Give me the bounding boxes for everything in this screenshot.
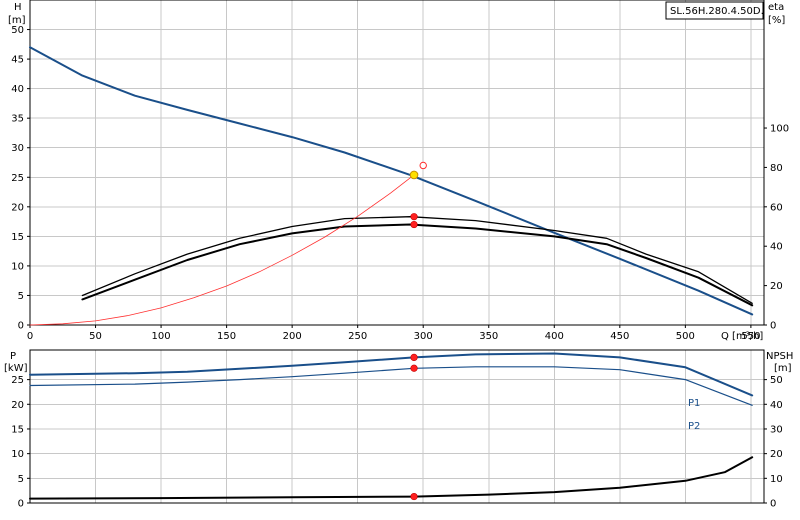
y-right-tick-label: 10 (770, 474, 783, 485)
power-axis-label: P (10, 351, 16, 362)
y-right-tick-label: 60 (770, 202, 783, 213)
efficiency-axis-unit: [%] (768, 15, 785, 26)
y-right-tick-label: 20 (770, 281, 783, 292)
y-left-tick-label: 10 (11, 261, 24, 272)
series-label-p2: P2 (688, 421, 700, 432)
x-tick-label: 0 (27, 331, 33, 342)
flow-axis-label: Q [m³/h] (721, 331, 763, 342)
y-right-tick-label: 40 (770, 400, 783, 411)
y-left-tick-label: 0 (18, 321, 24, 332)
x-tick-label: 150 (217, 331, 236, 342)
y-right-tick-label: 0 (770, 499, 776, 510)
y-right-tick-label: 30 (770, 424, 783, 435)
head-axis-label: H (14, 2, 22, 13)
duty-point-marker (409, 170, 419, 180)
model-label: SL.56H.280.4.50D. (670, 6, 764, 17)
duty-point-marker (410, 492, 418, 501)
x-tick-label: 450 (610, 331, 629, 342)
x-tick-label: 200 (283, 331, 302, 342)
open-point-marker (419, 161, 427, 170)
series-label-p1: P1 (688, 398, 700, 409)
pump-curve-chart: 0 50 100 150 200 250 300 350 400 450 500 550 051015… (0, 0, 800, 520)
npsh-axis-unit: [m] (774, 363, 792, 374)
x-tick-label: 350 (479, 331, 498, 342)
y-left-tick-label: 25 (11, 173, 24, 184)
y-left-tick-label: 25 (11, 375, 24, 386)
x-tick-label: 500 (676, 331, 695, 342)
y-right-tick-label: 50 (770, 375, 783, 386)
y-left-tick-label: 20 (11, 202, 24, 213)
x-tick-label: 250 (348, 331, 367, 342)
x-tick-label: 400 (545, 331, 564, 342)
y-left-tick-label: 35 (11, 114, 24, 125)
head-axis-unit: [m] (8, 15, 26, 26)
y-left-tick-label: 40 (11, 84, 24, 95)
y-left-tick-label: 10 (11, 449, 24, 460)
duty-point-marker (410, 220, 418, 229)
duty-point-marker (410, 353, 418, 362)
y-left-tick-label: 20 (11, 400, 24, 411)
npsh-axis-label: NPSH (766, 351, 793, 362)
y-left-tick-label: 30 (11, 143, 24, 154)
y-left-tick-label: 5 (18, 291, 24, 302)
chart-background (0, 0, 800, 520)
y-right-tick-label: 100 (770, 124, 789, 135)
y-right-tick-label: 0 (770, 321, 776, 332)
y-right-tick-label: 80 (770, 163, 783, 174)
y-left-tick-label: 15 (11, 424, 24, 435)
x-tick-label: 50 (89, 331, 102, 342)
efficiency-axis-label: eta (768, 2, 784, 13)
y-left-tick-label: 15 (11, 232, 24, 243)
y-left-tick-label: 5 (18, 474, 24, 485)
duty-point-marker (410, 364, 418, 372)
x-tick-label: 100 (152, 331, 171, 342)
power-axis-unit: [kW] (4, 363, 28, 374)
x-tick-label: 300 (414, 331, 433, 342)
duty-point-marker (410, 213, 418, 221)
y-left-tick-label: 0 (18, 499, 24, 510)
y-right-tick-label: 20 (770, 449, 783, 460)
y-left-tick-label: 50 (11, 25, 24, 36)
y-right-tick-label: 40 (770, 242, 783, 253)
y-left-tick-label: 45 (11, 55, 24, 66)
